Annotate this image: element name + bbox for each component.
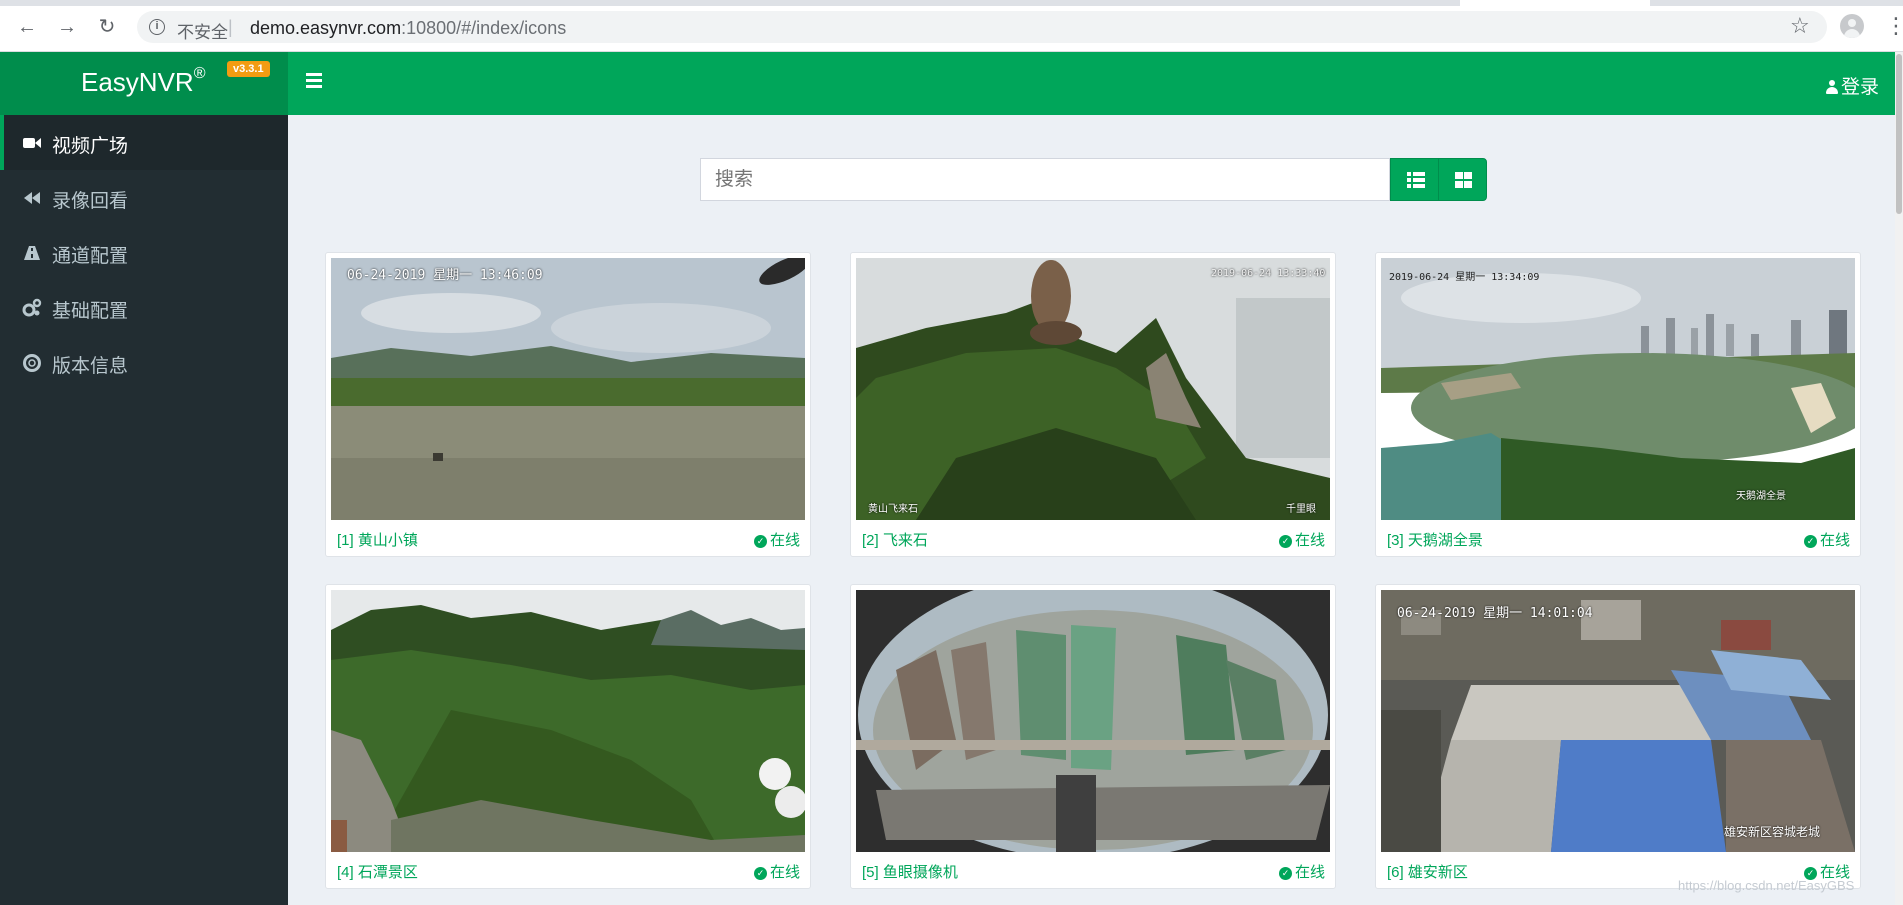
online-status: ✓ 在线 <box>1278 529 1325 550</box>
page-scrollbar[interactable] <box>1895 52 1903 905</box>
check-circle-icon: ✓ <box>753 867 767 880</box>
brand-name: EasyNVR <box>81 67 194 97</box>
channel-title[interactable]: [4] 石潭景区 <box>337 861 418 882</box>
check-circle-icon: ✓ <box>1803 535 1817 548</box>
channel-title[interactable]: [5] 鱼眼摄像机 <box>862 861 958 882</box>
channel-card[interactable]: 2019-06-24 13:33:40 黄山飞来石 千里眼 [2] 飞来石 ✓ 在… <box>850 252 1336 557</box>
logo-area[interactable]: EasyNVR® v3.3.1 <box>0 52 288 115</box>
video-thumbnail[interactable]: 06-24-2019 星期一 13:46:09 <box>331 258 805 520</box>
status-label: 在线 <box>769 532 800 549</box>
tab-strip <box>0 0 1903 6</box>
user-icon <box>1826 80 1838 94</box>
channel-title[interactable]: [1] 黄山小镇 <box>337 529 418 550</box>
url-host: demo.easynvr.com <box>250 18 402 38</box>
sidebar-item-label: 通道配置 <box>52 246 129 267</box>
channel-title[interactable]: [6] 雄安新区 <box>1387 861 1468 882</box>
online-status: ✓ 在线 <box>1278 861 1325 882</box>
channel-card[interactable]: 2019-06-24 星期一 13:34:09 天鹅湖全景 [3] 天鹅湖全景 … <box>1375 252 1861 557</box>
url-path: :10800/#/index/icons <box>401 18 567 38</box>
browser-menu-icon[interactable]: ⋮ <box>1885 14 1903 38</box>
check-circle-icon: ✓ <box>753 535 767 548</box>
login-button[interactable]: 登录 <box>1826 72 1879 99</box>
channel-card[interactable]: [4] 石潭景区 ✓ 在线 <box>325 584 811 889</box>
sidebar: 视频广场 录像回看 通道配置 基础配置 版本信息 <box>0 115 288 905</box>
video-camera-icon <box>22 133 42 153</box>
road-icon <box>22 243 42 263</box>
registered-mark: ® <box>193 65 206 82</box>
video-thumbnail[interactable] <box>331 590 805 852</box>
search-input[interactable] <box>700 158 1390 201</box>
list-view-button[interactable] <box>1390 158 1439 201</box>
video-thumbnail[interactable] <box>856 590 1330 852</box>
video-osd-caption: 黄山飞来石 <box>868 504 918 515</box>
watermark: https://blog.csdn.net/EasyGBS <box>1678 878 1855 893</box>
support-icon <box>22 353 42 373</box>
forward-icon[interactable]: → <box>54 14 80 40</box>
status-label: 在线 <box>1819 532 1850 549</box>
online-status: ✓ 在线 <box>1803 529 1850 550</box>
sidebar-item-label: 录像回看 <box>52 191 129 212</box>
active-tab[interactable] <box>1460 0 1650 6</box>
sidebar-item-basic-config[interactable]: 基础配置 <box>0 280 288 335</box>
back-icon[interactable]: ← <box>14 14 40 40</box>
sidebar-item-channel-config[interactable]: 通道配置 <box>0 225 288 280</box>
cogs-icon <box>22 298 42 318</box>
grid-icon <box>1455 172 1472 188</box>
status-label: 在线 <box>769 864 800 881</box>
check-circle-icon: ✓ <box>1278 535 1292 548</box>
video-thumbnail[interactable]: 2019-06-24 13:33:40 黄山飞来石 千里眼 <box>856 258 1330 520</box>
list-icon <box>1407 172 1425 188</box>
video-osd-timestamp: 06-24-2019 星期一 13:46:09 <box>347 268 543 283</box>
info-icon[interactable]: i <box>149 19 165 35</box>
sidebar-item-label: 视频广场 <box>52 136 129 157</box>
video-osd-timestamp: 2019-06-24 13:33:40 <box>1211 268 1326 279</box>
video-osd-caption: 天鹅湖全景 <box>1736 491 1786 502</box>
url-text[interactable]: demo.easynvr.com:10800/#/index/icons <box>250 18 566 39</box>
profile-avatar-icon[interactable] <box>1840 14 1864 38</box>
video-thumbnail[interactable]: 2019-06-24 星期一 13:34:09 天鹅湖全景 <box>1381 258 1855 520</box>
scrollbar-thumb[interactable] <box>1896 54 1902 214</box>
brand-logo: EasyNVR® <box>81 65 206 98</box>
video-osd-caption: 雄安新区容城老城 <box>1724 825 1821 839</box>
sidebar-item-playback[interactable]: 录像回看 <box>0 170 288 225</box>
version-badge: v3.3.1 <box>227 61 270 77</box>
video-osd-timestamp: 06-24-2019 星期一 14:01:04 <box>1397 606 1593 621</box>
browser-toolbar: ← → ↻ i 不安全 | demo.easynvr.com:10800/#/i… <box>0 0 1903 52</box>
channel-card[interactable]: 06-24-2019 星期一 13:46:09 [1] 黄山小镇 ✓ 在线 <box>325 252 811 557</box>
address-bar[interactable]: i 不安全 | demo.easynvr.com:10800/#/index/i… <box>137 11 1827 43</box>
online-status: ✓ 在线 <box>753 529 800 550</box>
check-circle-icon: ✓ <box>1278 867 1292 880</box>
security-label: 不安全 <box>177 23 228 42</box>
sidebar-toggle-icon[interactable] <box>306 73 322 93</box>
video-osd-caption: 千里眼 <box>1286 504 1316 515</box>
video-thumbnail[interactable]: 06-24-2019 星期一 14:01:04 雄安新区容城老城 <box>1381 590 1855 852</box>
sidebar-item-video-square[interactable]: 视频广场 <box>0 115 288 170</box>
status-label: 在线 <box>1294 532 1325 549</box>
url-separator: | <box>228 17 233 37</box>
channel-card[interactable]: [5] 鱼眼摄像机 ✓ 在线 <box>850 584 1336 889</box>
status-label: 在线 <box>1294 864 1325 881</box>
channel-title[interactable]: [2] 飞来石 <box>862 529 928 550</box>
sidebar-item-label: 版本信息 <box>52 356 129 377</box>
grid-view-button[interactable] <box>1438 158 1487 201</box>
app-header: EasyNVR® v3.3.1 登录 <box>0 52 1895 115</box>
reload-icon[interactable]: ↻ <box>94 14 120 40</box>
login-label: 登录 <box>1841 77 1880 98</box>
channel-card[interactable]: 06-24-2019 星期一 14:01:04 雄安新区容城老城 [6] 雄安新… <box>1375 584 1861 889</box>
sidebar-item-version-info[interactable]: 版本信息 <box>0 335 288 390</box>
sidebar-item-label: 基础配置 <box>52 301 129 322</box>
online-status: ✓ 在线 <box>753 861 800 882</box>
bookmark-star-icon[interactable]: ☆ <box>1790 14 1810 38</box>
channel-title[interactable]: [3] 天鹅湖全景 <box>1387 529 1483 550</box>
backward-icon <box>22 188 42 208</box>
video-osd-timestamp: 2019-06-24 星期一 13:34:09 <box>1389 272 1540 283</box>
